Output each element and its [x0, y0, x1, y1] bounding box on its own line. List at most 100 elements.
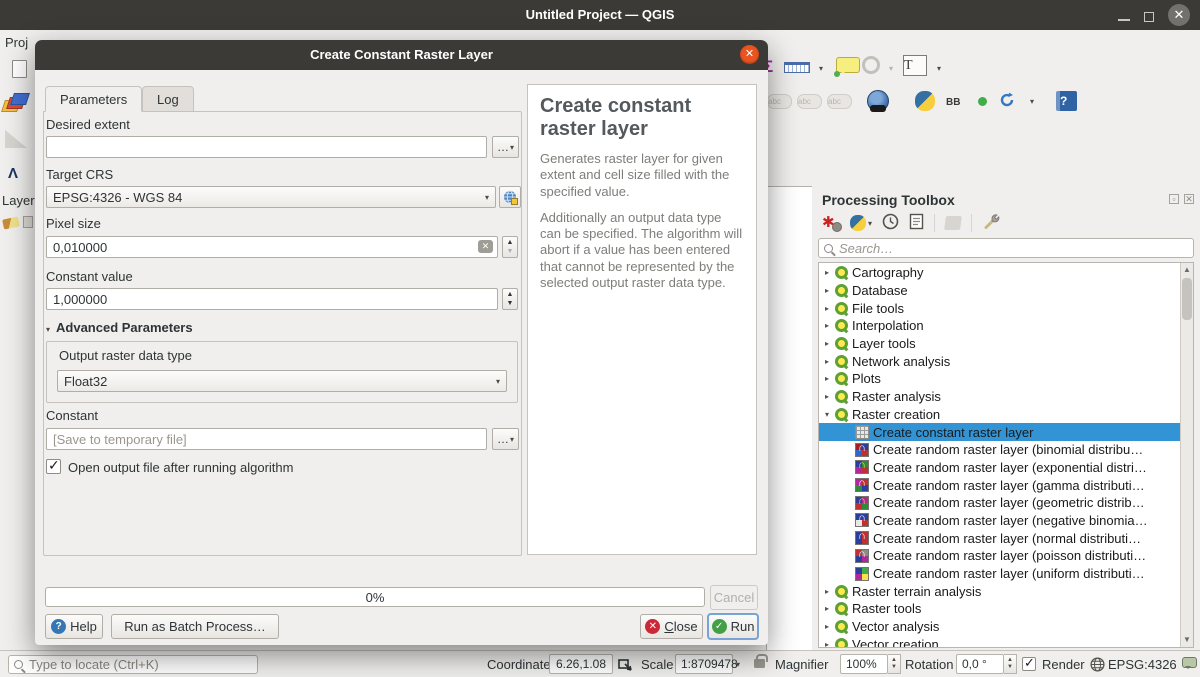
- tree-group-database[interactable]: ▸Database: [819, 282, 1180, 300]
- scripts-python-icon[interactable]: ▾: [850, 215, 872, 231]
- plugin-bb-icon[interactable]: BB: [946, 97, 960, 108]
- close-window-button[interactable]: ✕: [1168, 4, 1190, 26]
- tree-item-random-negative-binomial[interactable]: Create random raster layer (negative bin…: [819, 512, 1180, 530]
- magnifier-stepper[interactable]: ▲▼: [888, 654, 901, 674]
- tree-group-file-tools[interactable]: ▸File tools: [819, 299, 1180, 317]
- tree-group-cartography[interactable]: ▸Cartography: [819, 264, 1180, 282]
- help-button[interactable]: ?Help: [45, 614, 103, 639]
- locator-input[interactable]: Type to locate (Ctrl+K): [8, 655, 258, 674]
- rotation-stepper[interactable]: ▲▼: [1004, 654, 1017, 674]
- scale-combo[interactable]: 1:8709478: [675, 654, 733, 674]
- tree-group-vector-analysis[interactable]: ▸Vector analysis: [819, 618, 1180, 636]
- distribution-icon: [855, 513, 869, 527]
- lock-scale-icon[interactable]: [754, 659, 765, 668]
- qgis-group-icon: [835, 408, 848, 421]
- style-brush-icon[interactable]: [2, 216, 20, 229]
- tree-item-random-geometric[interactable]: Create random raster layer (geometric di…: [819, 494, 1180, 512]
- tree-item-random-exponential[interactable]: Create random raster layer (exponential …: [819, 459, 1180, 477]
- scroll-down-icon[interactable]: ▼: [1181, 633, 1193, 647]
- run-button[interactable]: ✓Run: [708, 614, 758, 639]
- panel-close-icon[interactable]: ✕: [1184, 194, 1194, 204]
- magnifier-value[interactable]: 100%: [840, 654, 888, 674]
- desired-extent-label: Desired extent: [46, 117, 130, 132]
- toolbox-search-input[interactable]: Search…: [818, 238, 1194, 258]
- dialog-close-icon[interactable]: ✕: [740, 45, 759, 64]
- select-crs-button[interactable]: [499, 186, 521, 208]
- tree-group-raster-tools[interactable]: ▸Raster tools: [819, 600, 1180, 618]
- constant-output-input[interactable]: [Save to temporary file]: [46, 428, 487, 450]
- desired-extent-options-button[interactable]: …▾: [492, 136, 519, 158]
- maximize-button[interactable]: [1144, 12, 1154, 22]
- scroll-up-icon[interactable]: ▲: [1181, 263, 1193, 277]
- panel-float-icon[interactable]: ▫: [1169, 194, 1179, 204]
- refresh-arrow-icon[interactable]: [998, 91, 1016, 109]
- close-button[interactable]: ✕Close: [640, 614, 703, 639]
- new-project-icon[interactable]: [12, 60, 27, 78]
- tab-log[interactable]: Log: [142, 86, 194, 112]
- extent-toggle-icon[interactable]: [617, 656, 633, 672]
- tab-parameters[interactable]: Parameters: [45, 86, 142, 112]
- output-type-combo[interactable]: Float32▾: [57, 370, 507, 392]
- pixel-size-input[interactable]: 0,010000: [46, 236, 498, 258]
- tree-item-create-constant-raster[interactable]: Create constant raster layer: [819, 423, 1180, 441]
- tree-item-random-binomial[interactable]: Create random raster layer (binomial dis…: [819, 441, 1180, 459]
- results-viewer-icon[interactable]: [909, 213, 924, 233]
- run-as-batch-button[interactable]: Run as Batch Process…: [111, 614, 279, 639]
- clear-value-icon[interactable]: ✕: [478, 240, 493, 253]
- layers-icon[interactable]: [3, 92, 31, 116]
- cancel-button[interactable]: Cancel: [710, 585, 758, 610]
- rotation-value[interactable]: 0,0 °: [956, 654, 1004, 674]
- scale-dropdown-arrow[interactable]: ▾: [736, 660, 740, 669]
- tree-group-raster-creation[interactable]: ▾Raster creation: [819, 406, 1180, 424]
- minimize-button[interactable]: [1118, 19, 1130, 21]
- plugin-green-dot-icon[interactable]: [978, 97, 987, 106]
- tree-group-plots[interactable]: ▸Plots: [819, 370, 1180, 388]
- distribution-icon: [855, 478, 869, 492]
- pixel-size-stepper[interactable]: ▲▼: [502, 236, 518, 258]
- python-console-icon[interactable]: [915, 91, 935, 111]
- measure-dropdown-arrow[interactable]: ▾: [819, 64, 823, 73]
- text-annotation-icon[interactable]: T: [903, 55, 927, 76]
- tree-group-interpolation[interactable]: ▸Interpolation: [819, 317, 1180, 335]
- menu-project-fragment[interactable]: Proj: [5, 35, 28, 50]
- render-checkbox[interactable]: ✓: [1022, 657, 1036, 671]
- map-canvas[interactable]: [766, 186, 812, 650]
- tree-scrollbar[interactable]: ▲ ▼: [1180, 263, 1193, 647]
- dialog-titlebar[interactable]: Create Constant Raster Layer ✕: [35, 40, 768, 70]
- scrollbar-thumb[interactable]: [1182, 278, 1192, 320]
- refresh-dropdown-arrow[interactable]: ▾: [1030, 97, 1034, 106]
- tree-item-random-uniform[interactable]: Create random raster layer (uniform dist…: [819, 565, 1180, 583]
- crs-globe-icon[interactable]: [1090, 657, 1105, 675]
- tree-group-vector-creation[interactable]: ▸Vector creation: [819, 635, 1180, 648]
- coordinate-value[interactable]: 6.26,1.08: [549, 654, 613, 674]
- metasearch-icon[interactable]: [867, 90, 889, 112]
- models-icon[interactable]: ✱: [822, 214, 840, 232]
- status-crs-value[interactable]: EPSG:4326: [1108, 657, 1177, 672]
- tree-item-random-poisson[interactable]: Create random raster layer (poisson dist…: [819, 547, 1180, 565]
- vertex-tool-fragment[interactable]: Λ: [8, 165, 18, 182]
- open-output-checkbox[interactable]: ✓: [46, 459, 61, 474]
- tree-item-random-normal[interactable]: Create random raster layer (normal distr…: [819, 529, 1180, 547]
- annotation-dropdown-arrow[interactable]: ▾: [937, 64, 941, 73]
- tree-group-network-analysis[interactable]: ▸Network analysis: [819, 352, 1180, 370]
- tree-group-layer-tools[interactable]: ▸Layer tools: [819, 335, 1180, 353]
- history-icon[interactable]: [882, 213, 899, 233]
- tree-group-raster-terrain-analysis[interactable]: ▸Raster terrain analysis: [819, 582, 1180, 600]
- desired-extent-input[interactable]: [46, 136, 487, 158]
- messages-bubble-icon[interactable]: [1182, 657, 1197, 668]
- options-wrench-icon[interactable]: [982, 212, 1001, 234]
- constant-output-options-button[interactable]: …▾: [492, 428, 519, 450]
- constant-value-input[interactable]: 1,000000: [46, 288, 498, 310]
- advanced-parameters-header[interactable]: ▾Advanced Parameters: [46, 320, 193, 335]
- tree-item-random-gamma[interactable]: Create random raster layer (gamma distri…: [819, 476, 1180, 494]
- target-crs-combo[interactable]: EPSG:4326 - WGS 84▾: [46, 186, 496, 208]
- measure-ruler-icon[interactable]: [784, 62, 810, 73]
- help-book-icon[interactable]: ?: [1056, 91, 1077, 111]
- tree-group-raster-analysis[interactable]: ▸Raster analysis: [819, 388, 1180, 406]
- measure-disabled-icon: [5, 130, 27, 148]
- zoom-dropdown-arrow: ▾: [889, 64, 893, 73]
- copy-style-icon[interactable]: [23, 216, 33, 228]
- map-tips-icon[interactable]: [836, 57, 860, 73]
- constant-value-stepper[interactable]: ▲▼: [502, 288, 518, 310]
- rotation-label: Rotation: [905, 657, 953, 672]
